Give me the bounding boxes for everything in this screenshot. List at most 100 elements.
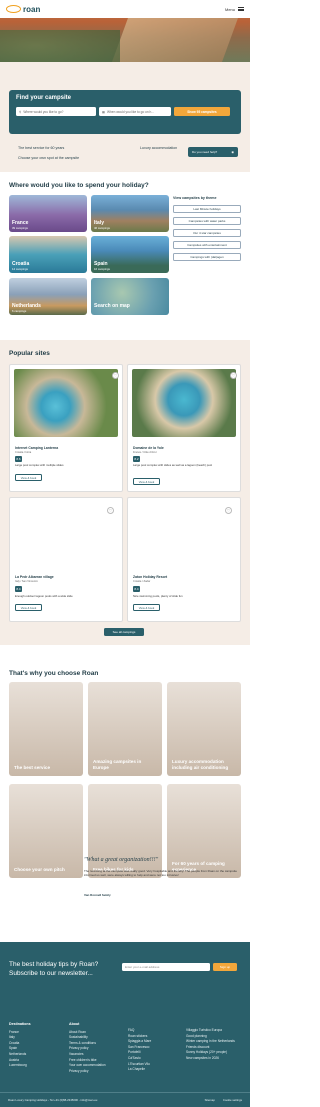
search-on-map-tile[interactable]: Search on map <box>91 278 169 315</box>
tile-name: Search on map <box>94 303 130 309</box>
campsite-card[interactable]: ♡ Internet Camping Lanterna Croatia / Is… <box>9 364 123 492</box>
destination-tile-netherlands[interactable]: Netherlands 6 campings <box>9 278 87 315</box>
view-book-button[interactable]: View & book <box>133 604 160 611</box>
tile-count: 16 campings <box>94 267 110 271</box>
menu-icon <box>238 7 244 11</box>
menu-toggle[interactable]: Menu <box>225 7 244 12</box>
footer-link[interactable]: Luxembourg <box>9 1063 31 1069</box>
theme-button-water-parks[interactable]: Campsites with water parks <box>173 217 241 225</box>
review-author: Van Ronnell family <box>84 893 111 897</box>
chat-icon: ◉ <box>231 150 234 154</box>
campsite-location: Italy / San Vincenzo <box>15 580 38 583</box>
review-quote: "What a great organization!!!" <box>84 857 159 863</box>
calendar-icon: ▦ <box>102 109 106 114</box>
footer-link[interactable]: Sunny Holidays (20+ people) <box>186 1051 244 1055</box>
footer-col-destinations: Destinations France Italy Croatia Spain … <box>9 1022 31 1069</box>
review-text: The receiving at the campsite was really… <box>84 869 237 878</box>
why-tile: Luxury accommodation including air condi… <box>167 682 241 776</box>
why-tile-label: Amazing campsites in Europe <box>93 759 142 770</box>
themes-title: View campsites by theme <box>173 196 217 200</box>
pin-icon: ⚲ <box>19 109 22 114</box>
see-all-campings-button[interactable]: See all campings <box>104 628 144 636</box>
footer-col-about: About About Roan Sustainability Terms & … <box>69 1022 106 1074</box>
campsite-card[interactable]: ♡ Domaine de la Yole France / Côte d'Azu… <box>127 364 241 492</box>
campsite-name: Domaine de la Yole <box>133 446 164 450</box>
footer-link[interactable]: Your own accommodation <box>69 1063 106 1069</box>
popular-title: Popular sites <box>9 350 50 357</box>
sitemap-link[interactable]: Sitemap <box>205 1098 215 1102</box>
theme-button-datagen[interactable]: Campings with (dat)agen <box>173 253 241 261</box>
tile-count: 39 campings <box>12 226 28 230</box>
why-tile: The best service <box>9 682 83 776</box>
heart-icon[interactable]: ♡ <box>230 372 237 379</box>
why-tile: Amazing campsites in Europe <box>88 682 162 776</box>
why-tile: For 60 years of camping experience <box>167 784 241 878</box>
destinations-title: Where would you like to spend your holid… <box>9 182 149 189</box>
footer-link[interactable]: Privacy policy <box>69 1069 106 1075</box>
footer-link[interactable]: New campsites in 2026 <box>186 1056 244 1062</box>
campsite-location: Croatia / Zadar <box>133 580 151 583</box>
footer-link[interactable]: Winter camping in the Netherlands <box>186 1040 244 1044</box>
search-title: Find your campsite <box>16 95 72 101</box>
footer-col-title: About <box>69 1022 80 1026</box>
campsite-name: La Pedr Albarran village <box>15 575 54 579</box>
where-input[interactable]: ⚲ Where would you like to go? <box>16 107 96 116</box>
theme-button-4-star[interactable]: Our 4 star campsites <box>173 229 241 237</box>
site-header: roan Menu <box>0 0 250 18</box>
campsite-description: Nice swimming pools, plenty of slide fun <box>133 594 183 598</box>
rating-badge: 8.4 <box>15 586 22 592</box>
destination-tile-italy[interactable]: Italy 46 campings <box>91 195 169 232</box>
logo-mark-icon <box>6 5 21 13</box>
view-book-button[interactable]: View & book <box>15 604 42 611</box>
why-tile: Free bikes for kids <box>88 784 162 878</box>
chat-help-button[interactable]: Do you need help? ◉ <box>188 147 238 157</box>
usp-spot: Choose your own spot at the campsite <box>18 156 80 160</box>
view-book-button[interactable]: View & book <box>133 478 160 485</box>
rating-badge: 8.4 <box>133 586 140 592</box>
show-campsites-button[interactable]: Show 95 campsites <box>174 107 230 116</box>
newsletter-email-input[interactable]: Enter your e-mail address <box>122 963 210 971</box>
rating-badge: 8.2 <box>133 456 140 462</box>
campsite-card[interactable]: ♡ Zaton Holiday Resort Croatia / Zadar 8… <box>127 497 241 622</box>
campsite-card[interactable]: ♡ La Pedr Albarran village Italy / San V… <box>9 497 123 622</box>
view-book-button[interactable]: View & book <box>15 474 42 481</box>
usp-service: The best service for 60 years <box>18 146 65 150</box>
newsletter-title: The best holiday tips by Roan? Subscribe… <box>9 961 99 977</box>
campsite-name: Internet Camping Lanterna <box>15 446 59 450</box>
campsite-location: Croatia / Istria <box>15 451 32 454</box>
tile-count: 6 campings <box>12 309 27 313</box>
footer-bottom-bar: Roan Luxury Camping Holidays - Tel +31 (… <box>0 1092 250 1107</box>
cookie-settings-link[interactable]: Cookie settings <box>223 1098 242 1102</box>
campsite-description: Enough outdoor lagoon pools with a wide … <box>15 594 73 598</box>
destination-tile-france[interactable]: France 39 campings <box>9 195 87 232</box>
theme-button-last-minute[interactable]: Last Minute holidays <box>173 205 241 213</box>
company-contact: Roan Luxury Camping Holidays - Tel +31 (… <box>8 1098 98 1102</box>
campsite-image <box>132 369 236 437</box>
theme-button-entertainment[interactable]: Campsites with entertainment <box>173 241 241 249</box>
why-tile-label: Luxury accommodation including air condi… <box>172 759 229 770</box>
usp-accommodation: Luxury accommodation <box>140 146 178 150</box>
footer-link[interactable]: La Chapelle <box>128 1067 151 1073</box>
heart-icon[interactable]: ♡ <box>107 507 114 514</box>
footer-col-title: Destinations <box>9 1022 31 1026</box>
chat-label: Do you need help? <box>192 150 218 154</box>
when-placeholder: When would you like to go on h... <box>107 109 154 114</box>
where-placeholder: Where would you like to go? <box>23 109 64 114</box>
rating-badge: 8.6 <box>15 456 22 462</box>
campsite-name: Zaton Holiday Resort <box>133 575 168 579</box>
tile-count: 14 campings <box>12 267 28 271</box>
when-input[interactable]: ▦ When would you like to go on h... <box>99 107 171 116</box>
tile-count: 46 campings <box>94 226 110 230</box>
menu-label: Menu <box>224 6 235 12</box>
heart-icon[interactable]: ♡ <box>112 372 119 379</box>
logo[interactable]: roan <box>6 5 40 14</box>
destination-tile-spain[interactable]: Spain 16 campings <box>91 236 169 273</box>
campsite-image <box>14 369 118 437</box>
heart-icon[interactable]: ♡ <box>225 507 232 514</box>
footer-link[interactable]: Spiaggia a Mare <box>128 1039 151 1045</box>
campsite-location: France / Côte d'Azur <box>133 451 157 454</box>
why-tile-label: The best service <box>14 764 51 770</box>
search-box: Find your campsite ⚲ Where would you lik… <box>9 90 241 134</box>
newsletter-signup-button[interactable]: Sign up <box>213 963 237 971</box>
destination-tile-croatia[interactable]: Croatia 14 campings <box>9 236 87 273</box>
